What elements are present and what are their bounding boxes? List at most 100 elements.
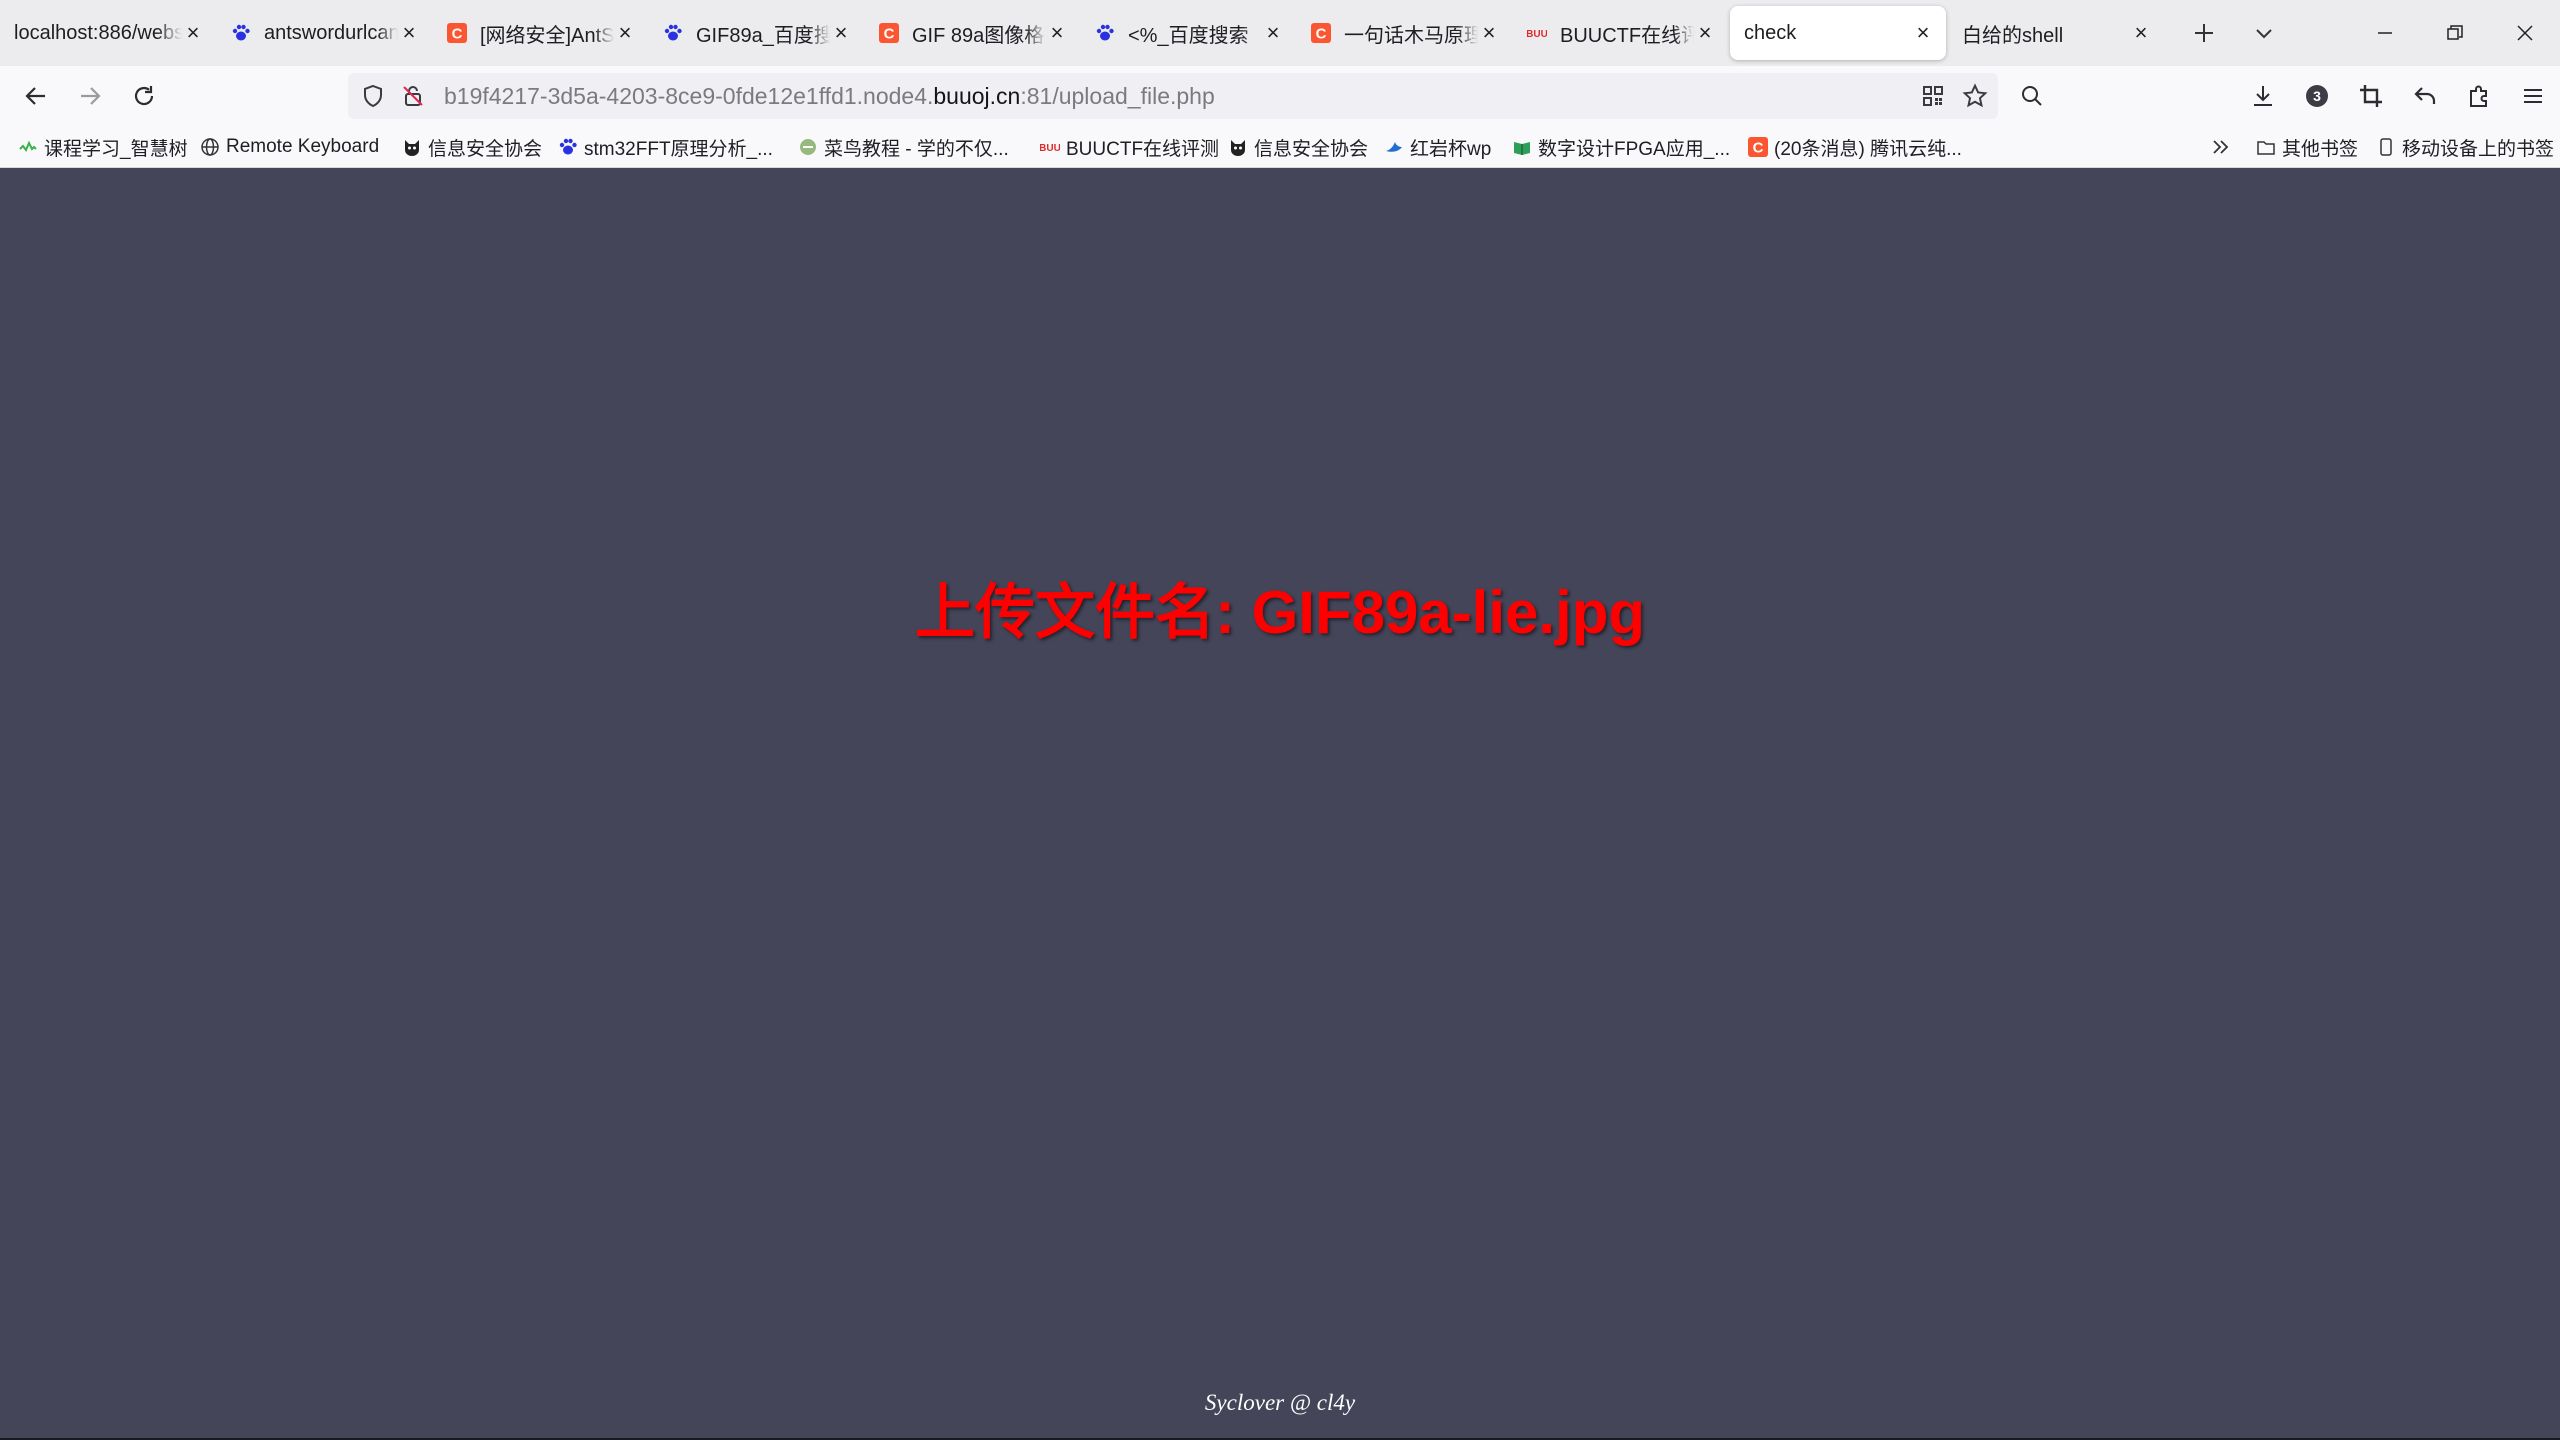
bookmark-item[interactable]: 红岩杯wp (1378, 130, 1497, 164)
restore-icon[interactable] (2420, 0, 2490, 66)
tab-title: 白给的shell (1962, 24, 2064, 47)
c-logo-icon: C (446, 22, 468, 44)
close-icon[interactable]: × (2130, 22, 2152, 44)
tab-localhost[interactable]: localhost:886/webs × (0, 5, 216, 61)
tab-title: GIF 89a图像格式 (912, 24, 1046, 47)
paw-icon (558, 137, 578, 157)
cat-icon (1228, 137, 1248, 157)
tab-title: localhost:886/webs (14, 21, 182, 44)
close-icon[interactable]: × (1694, 22, 1716, 44)
buu-icon: BUU (1040, 137, 1060, 157)
bookmark-item[interactable]: 信息安全协会 (396, 130, 548, 164)
tab-list: localhost:886/webs × antswordurlcan × C … (0, 0, 2164, 66)
paw-icon (230, 22, 252, 44)
crop-icon[interactable] (2344, 74, 2398, 118)
close-icon[interactable]: × (1478, 22, 1500, 44)
back-arrow-icon[interactable] (14, 74, 58, 118)
mobile-bookmarks-folder[interactable]: 移动设备上的书签 (2370, 130, 2560, 164)
tab-title: [网络安全]AntSw (480, 24, 614, 47)
bookmark-item[interactable]: BUU BUUCTF在线评测 (1034, 130, 1225, 164)
url-domain: buuoj.cn (933, 82, 1021, 109)
shield-icon[interactable] (358, 81, 388, 111)
bookmark-label: (20条消息) 腾讯云纯... (1774, 138, 1962, 160)
close-icon[interactable]: × (1262, 22, 1284, 44)
c-logo-icon: C (878, 22, 900, 44)
svg-text:BUU: BUU (1527, 29, 1547, 40)
address-bar[interactable]: b19f4217-3d5a-4203-8ce9-0fde12e1ffd1.nod… (348, 73, 1998, 119)
new-tab-plus-icon[interactable] (2182, 11, 2226, 55)
close-icon[interactable]: × (1912, 22, 1934, 44)
search-icon[interactable] (2010, 74, 2054, 118)
bookmark-label: 课程学习_智慧树 (44, 138, 188, 160)
bookmark-item[interactable]: 信息安全协会 (1222, 130, 1374, 164)
undo-arrow-icon[interactable] (2398, 74, 2452, 118)
download-icon[interactable] (2236, 74, 2290, 118)
menu-hamburger-icon[interactable] (2506, 74, 2560, 118)
svg-text:C: C (1316, 26, 1327, 43)
other-bookmarks-folder[interactable]: 其他书签 (2250, 130, 2364, 164)
badge-count: 3 (2313, 88, 2321, 104)
tab-gif89a-format[interactable]: C GIF 89a图像格式 × (864, 5, 1080, 61)
reload-icon[interactable] (122, 74, 166, 118)
minimize-icon[interactable] (2350, 0, 2420, 66)
svg-text:C: C (452, 26, 463, 43)
tab-strip: localhost:886/webs × antswordurlcan × C … (0, 0, 2560, 66)
bookmark-label: Remote Keyboard (226, 136, 380, 157)
tab-title: antswordurlcan (264, 21, 398, 44)
bookmarks-bar: 课程学习_智慧树 Remote Keyboard 信息安全协会 stm32FFT… (0, 126, 2560, 168)
extension-badge-icon[interactable]: 3 (2290, 74, 2344, 118)
bookmark-item[interactable]: C (20条消息) 腾讯云纯... (1742, 130, 1968, 164)
extensions-puzzle-icon[interactable] (2452, 74, 2506, 118)
page-content: 上传文件名: GIF89a-lie.jpg Syclover @ cl4y (0, 168, 2560, 1438)
bookmark-item[interactable]: stm32FFT原理分析_... (552, 130, 779, 164)
bookmark-label: 数字设计FPGA应用_... (1538, 138, 1731, 160)
tab-baigei-shell[interactable]: 白给的shell × (1948, 5, 2164, 61)
bookmark-label: 信息安全协会 (1254, 138, 1369, 160)
tab-title: check (1744, 21, 1797, 44)
tab-percent-baidu[interactable]: <%_百度搜索 × (1080, 5, 1296, 61)
close-icon[interactable]: × (1046, 22, 1068, 44)
tab-check[interactable]: check × (1730, 6, 1946, 60)
tab-antswordurlcan[interactable]: antswordurlcan × (216, 5, 432, 61)
bookmark-item[interactable]: 菜鸟教程 - 学的不仅... (792, 130, 1015, 164)
c-logo-icon: C (1748, 137, 1768, 157)
tab-buuctf[interactable]: BUU BUUCTF在线评测 × (1512, 5, 1728, 61)
bookmark-item[interactable]: 课程学习_智慧树 (12, 130, 194, 164)
tab-title: GIF89a_百度搜索 (696, 24, 830, 47)
bookmark-item[interactable]: Remote Keyboard (194, 130, 385, 164)
folder-icon (2256, 137, 2276, 157)
bookmark-label: BUUCTF在线评测 (1066, 138, 1220, 160)
zhihuishu-icon (18, 137, 38, 157)
paw-icon (662, 22, 684, 44)
close-icon[interactable]: × (182, 22, 204, 44)
tab-trojan-principle[interactable]: C 一句话木马原理 × (1296, 5, 1512, 61)
close-icon[interactable]: × (614, 22, 636, 44)
bookmark-label: 其他书签 (2282, 138, 2359, 160)
runoob-icon (798, 137, 818, 157)
insecure-lock-icon[interactable] (398, 81, 428, 111)
c-logo-icon: C (1310, 22, 1332, 44)
mobile-device-icon (2376, 137, 2396, 157)
tab-list-chevron-down-icon[interactable] (2242, 11, 2286, 55)
close-icon[interactable]: × (398, 22, 420, 44)
qr-code-icon[interactable] (1918, 81, 1948, 111)
upload-result-heading: 上传文件名: GIF89a-lie.jpg (914, 579, 1646, 646)
cat-icon (402, 137, 422, 157)
tab-title: <%_百度搜索 (1128, 24, 1249, 47)
bookmark-item[interactable]: 数字设计FPGA应用_... (1506, 130, 1736, 164)
tab-antsw-csdn[interactable]: C [网络安全]AntSw × (432, 5, 648, 61)
buu-icon: BUU (1526, 22, 1548, 44)
tab-title: BUUCTF在线评测 (1560, 24, 1694, 47)
paw-icon (1094, 22, 1116, 44)
tab-gif89a-baidu[interactable]: GIF89a_百度搜索 × (648, 5, 864, 61)
navigation-toolbar: b19f4217-3d5a-4203-8ce9-0fde12e1ffd1.nod… (0, 66, 2560, 126)
book-icon (1512, 137, 1532, 157)
close-icon[interactable]: × (830, 22, 852, 44)
close-window-icon[interactable] (2490, 0, 2560, 66)
bookmark-star-icon[interactable] (1960, 81, 1990, 111)
globe-icon (200, 137, 220, 157)
forward-arrow-icon[interactable] (68, 74, 112, 118)
bookmark-label: 红岩杯wp (1410, 138, 1492, 160)
url-prefix: b19f4217-3d5a-4203-8ce9-0fde12e1ffd1.nod… (444, 82, 934, 109)
bookmarks-overflow-chevron-icon[interactable] (2204, 130, 2238, 164)
